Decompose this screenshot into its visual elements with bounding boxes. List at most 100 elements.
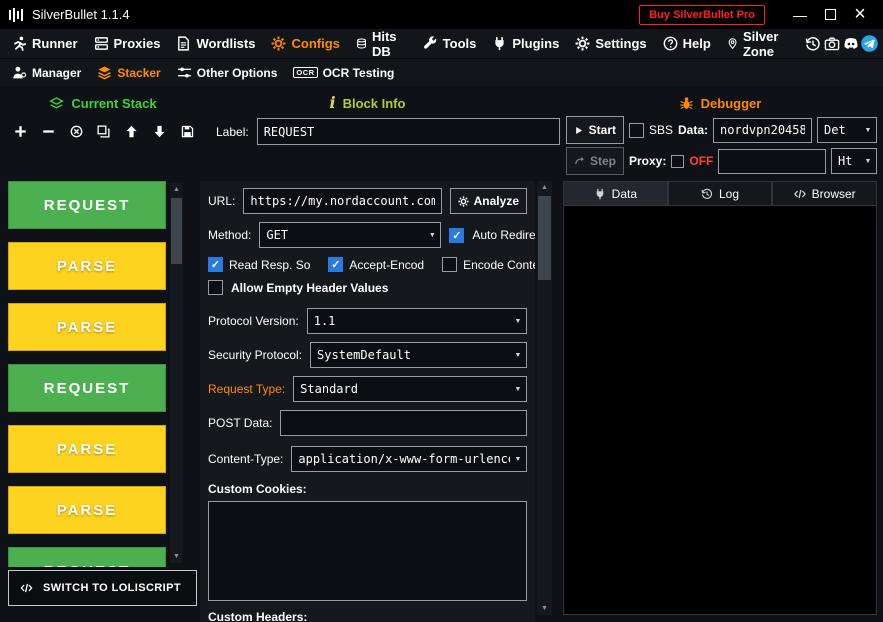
tab-log[interactable]: Log [667,181,773,206]
data-type-dropdown[interactable]: Det ▼ [817,117,877,143]
sbs-checkbox[interactable] [629,122,644,138]
configs-gear-icon [271,36,286,51]
circle-x-icon [70,121,83,142]
telegram-button[interactable] [860,29,879,58]
submenu-item-ocr-testing[interactable]: OCR OCR Testing [285,59,402,86]
submenu-item-stacker[interactable]: Stacker [89,59,168,86]
scrollbar-track[interactable] [171,196,182,550]
move-down-button[interactable] [147,118,172,144]
request-type-value: Standard [300,382,358,396]
submenu-item-manager[interactable]: Manager [4,59,89,86]
history-button[interactable] [803,29,822,58]
stack-block-request[interactable]: REQUEST [8,364,166,412]
tab-data[interactable]: Data [563,181,668,206]
analyze-label: Analyze [473,194,519,208]
discord-button[interactable] [841,29,860,58]
maximize-button[interactable] [815,2,845,28]
proxy-input[interactable] [718,148,826,174]
security-protocol-dropdown[interactable]: SystemDefault ▼ [310,342,527,368]
debugger-title: Debugger [700,95,762,111]
debugger-row-start: Start SBS Data: Det ▼ [566,116,877,144]
block-label-row: Label: [216,118,560,145]
protocol-version-dropdown[interactable]: 1.1 ▼ [306,308,527,334]
security-protocol-label: Security Protocol: [208,348,303,362]
plug-icon [594,188,606,200]
tab-browser[interactable]: Browser [772,181,878,206]
menu-item-proxies[interactable]: Proxies [86,29,169,58]
stack-block-parse[interactable]: PARSE [8,486,166,534]
label-field-input[interactable] [256,118,560,145]
post-data-input[interactable] [280,410,527,436]
stack-scrollbar[interactable]: ▲ ▼ [170,183,183,563]
custom-cookies-textarea[interactable] [208,501,527,601]
auto-redirect-checkbox[interactable] [449,227,465,243]
runner-icon [12,36,27,51]
encode-content-checkbox[interactable] [442,257,458,272]
analyze-button[interactable]: Analyze [449,188,527,214]
stack-block-request[interactable]: REQUEST [8,547,166,567]
block-info-form: URL: Analyze Method: GET ▼ Auto Redirect… [200,181,535,622]
url-label: URL: [208,194,236,208]
remove-block-button[interactable] [36,118,61,144]
menu-label: Plugins [512,36,560,51]
submenu-label: Stacker [117,65,161,80]
scroll-up-icon[interactable]: ▲ [537,181,552,194]
menu-item-settings[interactable]: Settings [567,29,654,58]
disable-block-button[interactable] [64,118,89,144]
stack-block-parse[interactable]: PARSE [8,242,166,290]
scrollbar-thumb[interactable] [538,196,551,280]
start-button[interactable]: Start [566,116,624,144]
menu-item-runner[interactable]: Runner [4,29,86,58]
accept-encoding-checkbox[interactable] [328,257,344,272]
debugger-output-panel [563,205,877,615]
save-icon [181,121,194,142]
submenu-item-other-options[interactable]: Other Options [169,59,286,86]
clone-block-button[interactable] [91,118,116,144]
scrollbar-track[interactable] [538,194,551,602]
read-resp-checkbox[interactable] [208,257,223,272]
maximize-icon [824,9,836,20]
url-input[interactable] [243,188,442,214]
move-up-button[interactable] [119,118,144,144]
scrollbar-thumb[interactable] [171,198,182,264]
menu-item-hits-db[interactable]: Hits DB [348,29,415,59]
allow-empty-headers-label: Allow Empty Header Values [231,280,389,295]
database-icon [356,36,367,51]
menu-item-configs[interactable]: Configs [263,29,347,58]
submenu-label: Other Options [196,65,278,80]
debugger-tabs: Data Log Browser [563,181,878,206]
stack-block-parse[interactable]: PARSE [8,425,166,473]
buy-pro-button[interactable]: Buy SilverBullet Pro [639,4,765,25]
minimize-button[interactable]: — [785,2,815,28]
content-type-dropdown[interactable]: application/x-www-form-urlencoc ▼ [291,446,527,472]
scroll-down-icon[interactable]: ▼ [537,602,552,615]
proxy-checkbox[interactable] [671,154,685,168]
arrow-up-icon [125,121,138,142]
method-dropdown[interactable]: GET ▼ [259,222,442,248]
close-button[interactable]: × [845,2,875,28]
menu-item-tools[interactable]: Tools [415,29,485,58]
sbs-label: SBS [649,123,674,137]
gear-icon [575,36,590,51]
stack-block-request[interactable]: REQUEST [8,181,166,229]
proxy-type-dropdown[interactable]: Ht ▼ [831,148,877,174]
proxy-label: Proxy: [629,154,667,168]
menu-item-wordlists[interactable]: Wordlists [168,29,263,58]
add-block-button[interactable] [8,118,33,144]
scroll-down-icon[interactable]: ▼ [170,550,183,563]
scroll-up-icon[interactable]: ▲ [170,183,183,196]
switch-to-loliscript-button[interactable]: SWITCH TO LOLISCRIPT [8,570,197,606]
screenshot-button[interactable] [822,29,841,58]
step-button[interactable]: Step [566,147,624,175]
menu-item-plugins[interactable]: Plugins [484,29,567,58]
form-scrollbar[interactable]: ▲ ▼ [537,181,552,615]
menu-item-help[interactable]: Help [655,29,719,58]
stack-block-parse[interactable]: PARSE [8,303,166,351]
request-type-dropdown[interactable]: Standard ▼ [293,376,527,402]
wordlists-icon [176,36,191,51]
block-info-header: i Block Info [200,92,535,114]
save-config-button[interactable] [175,118,200,144]
debug-data-input[interactable] [713,117,812,143]
allow-empty-headers-checkbox[interactable] [208,280,223,295]
menu-item-silver-zone[interactable]: Silver Zone [719,29,803,59]
